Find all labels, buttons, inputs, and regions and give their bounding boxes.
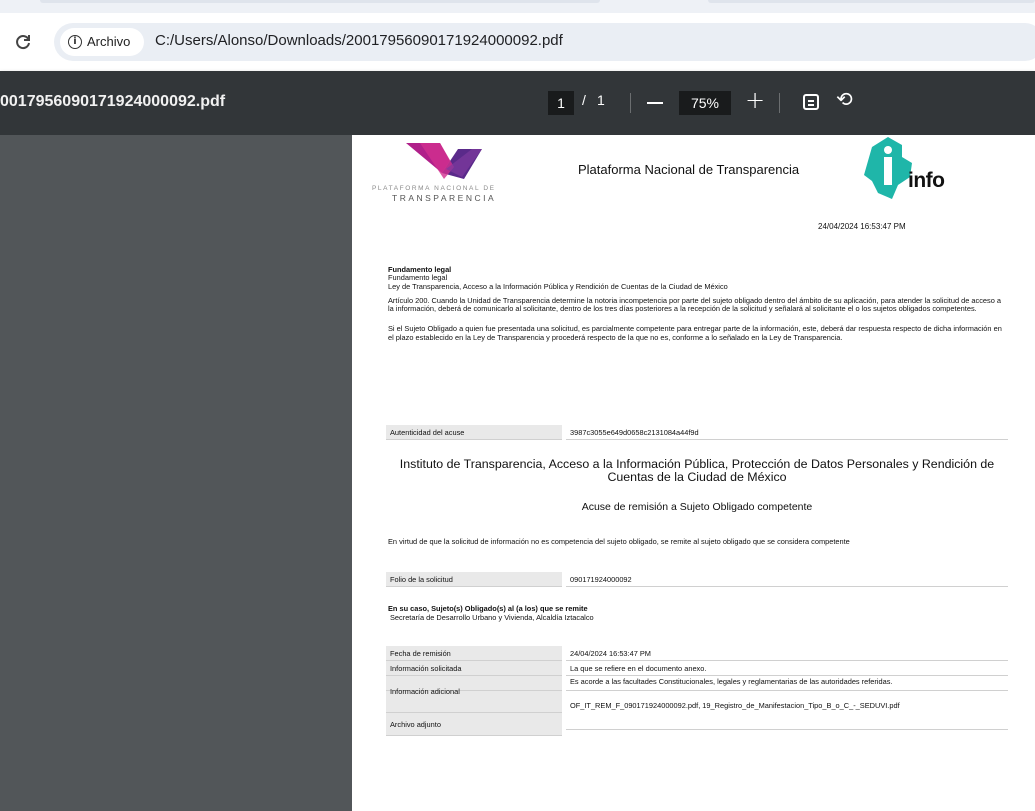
toolbar-divider [630,93,631,113]
folio-label: Folio de la solicitud [386,572,562,587]
table-rule [566,660,1008,661]
table-rule [386,660,562,661]
archivo-label: Archivo adjunto [390,720,441,729]
site-info-label: Archivo [87,34,131,49]
table-rule [566,675,1008,676]
table-rule [566,690,1008,691]
autenticidad-row: Autenticidad del acuse 3987c3055e649d065… [386,425,1008,440]
acuse-title: Acuse de remisión a Sujeto Obligado comp… [581,501,813,513]
zoom-in-icon[interactable]: + [745,86,765,114]
rotate-icon[interactable]: ⟲ [836,87,853,111]
pdf-title: 0017956090171924000092.pdf [0,93,226,110]
page-total: 1 [597,92,605,108]
caso-value: Secretaría de Desarrollo Urbano y Vivien… [390,613,594,622]
info-logo-text: info [908,169,945,192]
info-adicional-label: Información adicional [390,687,460,696]
info-adicional-value: Es acorde a las facultades Constituciona… [570,677,893,686]
thumbnail-sidebar [0,135,352,811]
articulo-text: Artículo 200. Cuando la Unidad de Transp… [388,295,1001,314]
tab-indicator [708,0,1035,3]
folio-row: Folio de la solicitud 090171924000092 [386,572,1008,587]
table-rule [386,675,562,676]
header-title: Plataforma Nacional de Transparencia [578,162,800,177]
pnt-logo-subtitle: PLATAFORMA NACIONAL DE [372,185,496,192]
fit-page-icon[interactable] [803,94,819,110]
virtud-text: En virtud de que la solicitud de informa… [388,537,850,546]
document-date: 24/04/2024 16:53:47 PM [818,222,906,231]
remision-table: Fecha de remisión 24/04/2024 16:53:47 PM… [386,646,1008,736]
omnibox[interactable]: i Archivo C:/Users/Alonso/Downloads/2001… [54,23,1035,61]
folio-value: 090171924000092 [566,572,1008,587]
address-bar: i Archivo C:/Users/Alonso/Downloads/2001… [0,13,1035,71]
fundamento-section: Fundamento legal Fundamento legal Ley de… [388,265,1008,342]
page-number-input[interactable]: 1 [548,91,574,115]
table-rule [386,712,562,713]
institute-title: Instituto de Transparencia, Acceso a la … [399,457,995,484]
url-text[interactable]: C:/Users/Alonso/Downloads/20017956090171… [155,32,563,49]
autenticidad-value: 3987c3055e649d0658c2131084a44f9d [566,425,1008,440]
zoom-out-icon[interactable] [647,102,663,104]
archivo-value[interactable]: OF_IT_REM_F_090171924000092.pdf, 19_Regi… [566,701,904,710]
reload-icon-svg [16,35,30,50]
fundamento-heading: Fundamento legal [388,265,452,274]
pnt-logo [406,143,482,179]
pdf-page: PLATAFORMA NACIONAL DE TRANSPARENCIA Pla… [352,135,1035,811]
ley-text: Ley de Transparencia, Acceso a la Inform… [388,281,728,291]
zoom-input[interactable]: 75% [679,91,731,115]
fecha-value: 24/04/2024 16:53:47 PM [570,649,651,658]
tab-strip [0,0,1035,13]
table-rule [386,735,562,736]
table-rule [566,729,1008,730]
site-info-chip[interactable]: i Archivo [60,28,144,56]
info-solicitada-label: Información solicitada [390,664,462,673]
caso-heading: En su caso, Sujeto(s) Obligado(s) al (a … [388,604,588,613]
pnt-logo-subtitle: TRANSPARENCIA [392,193,497,203]
page-separator: / [582,92,586,108]
pdf-toolbar: 0017956090171924000092.pdf 1 / 1 75% + ⟲ [0,71,1035,135]
info-icon: i [68,35,82,49]
caso-section: En su caso, Sujeto(s) Obligado(s) al (a … [388,604,594,622]
info-solicitada-value: La que se refiere en el documento anexo. [570,664,707,673]
autenticidad-label: Autenticidad del acuse [386,425,562,440]
fecha-label: Fecha de remisión [390,649,451,658]
tab-indicator [40,0,600,3]
parcial-text: Si el Sujeto Obligado a quien fue presen… [388,324,1002,342]
reload-icon[interactable] [14,33,32,56]
toolbar-divider [779,93,780,113]
